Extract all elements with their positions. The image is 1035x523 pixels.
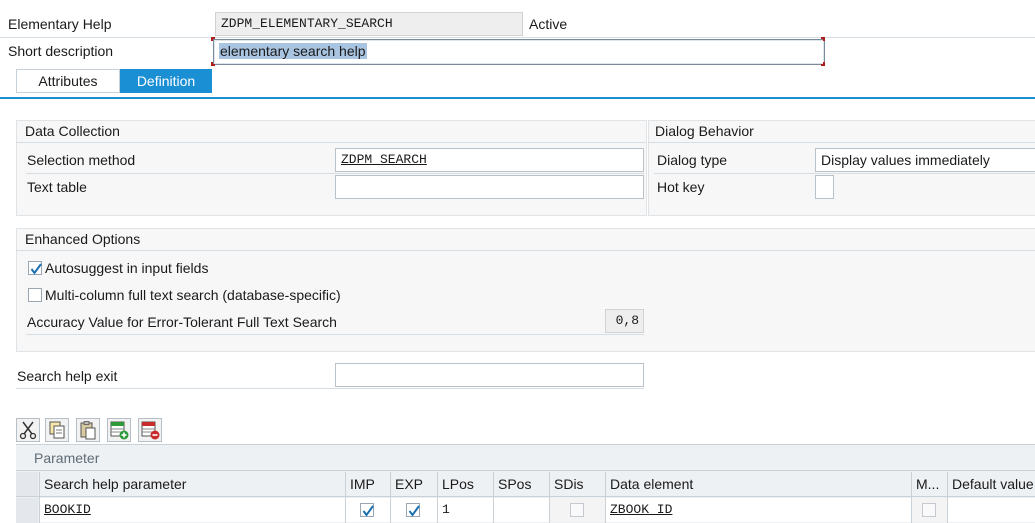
copy-button[interactable] xyxy=(45,418,69,442)
column-header-default-value[interactable]: Default value xyxy=(948,472,1035,496)
short-description-label: Short description xyxy=(8,43,114,59)
paste-icon xyxy=(80,421,96,440)
multicolumn-search-checkbox[interactable] xyxy=(28,288,42,302)
row-divider xyxy=(654,173,1035,174)
cell-search-help-parameter[interactable]: BOOKID xyxy=(40,498,345,522)
selection-method-input[interactable]: ZDPM_SEARCH xyxy=(335,148,644,172)
elementary-help-name-field[interactable]: ZDPM_ELEMENTARY_SEARCH xyxy=(215,12,523,36)
group-title-divider xyxy=(648,142,1035,143)
selection-method-label: Selection method xyxy=(27,152,136,168)
column-header-sdis[interactable]: SDis xyxy=(550,472,606,496)
row-selector-header[interactable] xyxy=(16,472,38,496)
imp-checkbox[interactable] xyxy=(360,503,374,517)
exp-checkbox[interactable] xyxy=(406,503,420,517)
data-collection-title: Data Collection xyxy=(25,123,120,139)
cell-data-element[interactable]: ZBOOK_ID xyxy=(606,498,911,522)
cell-sdis[interactable] xyxy=(550,498,605,522)
m-checkbox[interactable] xyxy=(922,503,936,517)
column-header-exp[interactable]: EXP xyxy=(391,472,437,496)
checkmark-icon xyxy=(30,263,42,275)
cell-imp[interactable] xyxy=(346,498,390,522)
dialog-behavior-title: Dialog Behavior xyxy=(655,123,754,139)
dialog-type-label: Dialog type xyxy=(657,152,728,168)
insert-row-button[interactable] xyxy=(107,418,131,442)
text-table-label: Text table xyxy=(27,179,87,195)
parameter-table-title: Parameter xyxy=(34,450,100,466)
row-divider xyxy=(16,388,644,389)
field-corner-marker xyxy=(211,37,215,41)
column-header-data-element[interactable]: Data element xyxy=(606,472,912,496)
group-title-divider xyxy=(16,142,647,143)
group-title-divider xyxy=(16,250,1035,251)
status-text: Active xyxy=(529,16,568,32)
search-help-exit-input[interactable] xyxy=(335,363,644,387)
field-corner-marker xyxy=(821,62,825,66)
search-help-exit-label: Search help exit xyxy=(17,368,118,384)
row-divider xyxy=(26,334,644,335)
column-header-spos[interactable]: SPos xyxy=(494,472,550,496)
dialog-type-select[interactable]: Display values immediately xyxy=(815,148,1035,172)
delete-row-button[interactable] xyxy=(138,418,162,442)
column-header-lpos[interactable]: LPos xyxy=(438,472,494,496)
enhanced-options-title: Enhanced Options xyxy=(25,231,141,247)
cut-button[interactable] xyxy=(16,418,40,442)
short-description-value: elementary search help xyxy=(219,43,367,59)
column-header-search-help-parameter[interactable]: Search help parameter xyxy=(40,472,346,496)
multicolumn-search-label: Multi-column full text search (database-… xyxy=(45,287,341,303)
row-divider xyxy=(26,173,644,174)
paste-button[interactable] xyxy=(76,418,100,442)
checkmark-icon xyxy=(408,505,420,517)
cell-default-value[interactable] xyxy=(948,498,1035,522)
cell-m[interactable] xyxy=(912,498,947,522)
cut-icon xyxy=(19,421,37,440)
table-header-divider xyxy=(16,496,1035,497)
cell-lpos[interactable]: 1 xyxy=(438,498,493,522)
short-description-input[interactable]: elementary search help xyxy=(213,39,825,65)
table-title-divider xyxy=(16,470,1035,471)
delete-row-icon xyxy=(141,421,160,440)
hot-key-input[interactable] xyxy=(815,175,834,199)
autosuggest-label: Autosuggest in input fields xyxy=(45,260,209,276)
autosuggest-checkbox[interactable] xyxy=(28,261,42,275)
elementary-help-label: Elementary Help xyxy=(8,16,112,32)
field-corner-marker xyxy=(821,37,825,41)
header-divider xyxy=(0,37,1035,38)
accuracy-value-label: Accuracy Value for Error-Tolerant Full T… xyxy=(27,314,337,330)
accuracy-value-field[interactable]: 0,8 xyxy=(605,309,644,333)
cell-spos[interactable] xyxy=(494,498,549,522)
copy-icon xyxy=(49,421,65,439)
field-corner-marker xyxy=(211,62,215,66)
hot-key-label: Hot key xyxy=(657,179,705,195)
text-table-input[interactable] xyxy=(335,175,644,199)
tab-attributes[interactable]: Attributes xyxy=(16,69,120,93)
column-header-imp[interactable]: IMP xyxy=(346,472,390,496)
sdis-checkbox[interactable] xyxy=(570,503,584,517)
insert-row-icon xyxy=(110,421,129,440)
cell-exp[interactable] xyxy=(391,498,437,522)
column-header-m[interactable]: M... xyxy=(912,472,948,496)
tab-definition[interactable]: Definition xyxy=(120,69,212,93)
checkmark-icon xyxy=(362,505,374,517)
tab-strip-underline xyxy=(0,97,1035,99)
row-selector[interactable] xyxy=(16,498,38,523)
